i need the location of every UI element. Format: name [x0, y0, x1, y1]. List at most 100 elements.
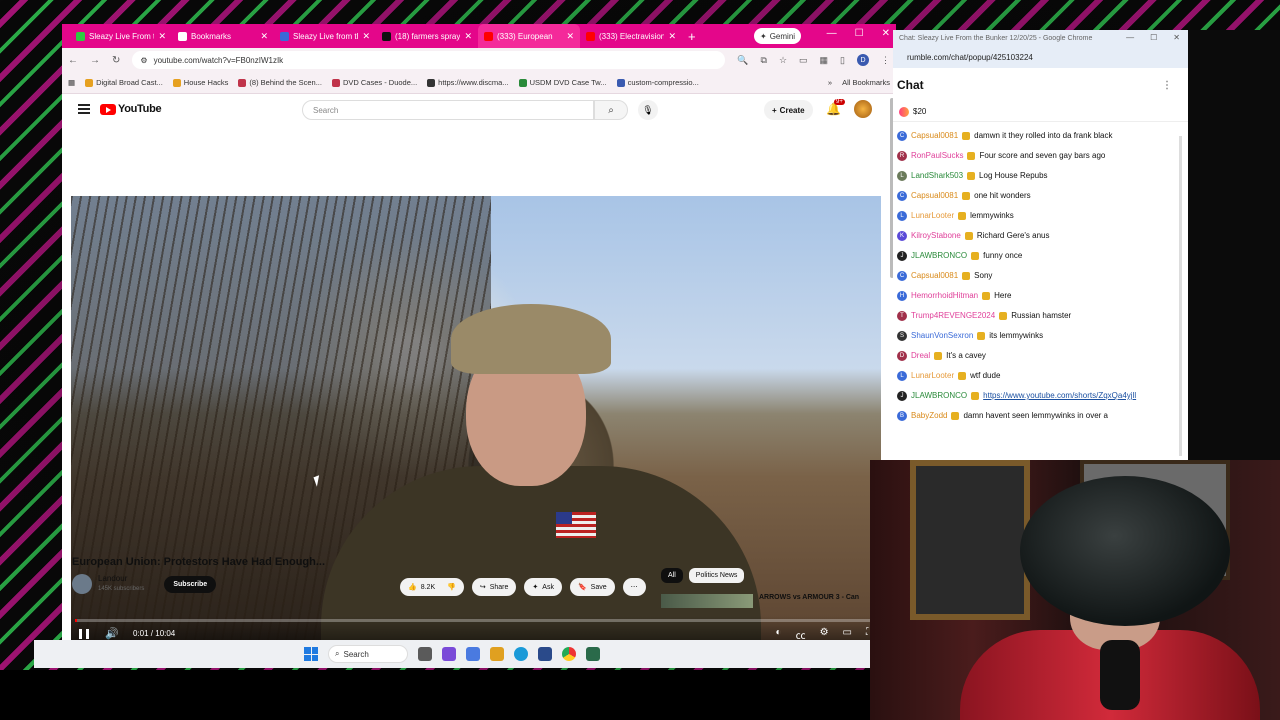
bookmark-item[interactable]: https://www.discma...	[427, 78, 509, 87]
recommended-title[interactable]: ARROWS vs ARMOUR 3 - Can	[759, 594, 859, 608]
autoplay-toggle-icon[interactable]: ◐	[776, 627, 782, 640]
recommended-video[interactable]: ARROWS vs ARMOUR 3 - Can	[661, 594, 859, 608]
chat-avatar[interactable]: K	[897, 231, 907, 241]
subscribe-button[interactable]: Subscribe	[164, 575, 217, 593]
chat-username[interactable]: Dreal	[911, 351, 930, 361]
channel-avatar[interactable]	[72, 574, 92, 594]
windows-start-icon[interactable]	[304, 647, 318, 661]
chat-username[interactable]: Capsual0081	[911, 191, 958, 201]
chat-scrollbar[interactable]	[1179, 136, 1182, 456]
chat-avatar[interactable]: C	[897, 131, 907, 141]
hamburger-menu-icon[interactable]	[78, 104, 90, 114]
chat-avatar[interactable]: T	[897, 311, 907, 321]
chat-avatar[interactable]: L	[897, 371, 907, 381]
chrome-icon[interactable]	[562, 647, 576, 661]
chat-username[interactable]: Trump4REVENGE2024	[911, 311, 995, 321]
bookmark-item[interactable]: custom-compressio...	[616, 78, 699, 87]
chat-username[interactable]: Capsual0081	[911, 271, 958, 281]
store-icon[interactable]	[538, 647, 552, 661]
all-bookmarks-button[interactable]: All Bookmarks	[842, 78, 890, 87]
chat-username[interactable]: JLAWBRONCO	[911, 391, 967, 401]
chat-username[interactable]: KilroyStabone	[911, 231, 961, 241]
zoom-icon[interactable]: 🔍	[737, 55, 748, 66]
browser-tab[interactable]: (333) European ✕	[478, 24, 580, 48]
browser-tab[interactable]: (333) Electravision ✕	[580, 24, 682, 48]
like-button[interactable]: 👍 8.2K 👎	[400, 578, 464, 596]
tab-close-icon[interactable]: ✕	[668, 31, 676, 42]
chat-username[interactable]: LunarLooter	[911, 371, 954, 381]
browser-tab[interactable]: Sleazy Live From th ✕	[70, 24, 172, 48]
chat-avatar[interactable]: D	[897, 351, 907, 361]
minimize-icon[interactable]: —	[827, 28, 837, 39]
volume-icon[interactable]: 🔊	[105, 627, 119, 640]
install-icon[interactable]: ⧉	[761, 55, 767, 66]
menu-icon[interactable]: ⋮	[881, 55, 890, 66]
chat-avatar[interactable]: C	[897, 271, 907, 281]
extensions-icon[interactable]: ▦	[820, 55, 829, 66]
voice-search-button[interactable]: 🎙	[638, 100, 658, 120]
folder-icon[interactable]	[490, 647, 504, 661]
share-button[interactable]: ↪ Share	[471, 578, 517, 596]
site-info-icon[interactable]: ⚙	[140, 56, 147, 65]
bookmark-item[interactable]: Digital Broad Cast...	[85, 78, 163, 87]
maximize-icon[interactable]: ☐	[1150, 33, 1157, 42]
tab-close-icon[interactable]: ✕	[464, 31, 472, 42]
search-button[interactable]: ⌕	[594, 100, 628, 120]
chat-username[interactable]: LandShark503	[911, 171, 963, 181]
account-avatar[interactable]	[854, 100, 872, 118]
save-button[interactable]: 🔖 Save	[569, 578, 615, 596]
browser-tab[interactable]: Bookmarks ✕	[172, 24, 274, 48]
tab-close-icon[interactable]: ✕	[158, 31, 166, 42]
forward-icon[interactable]: →	[90, 55, 100, 66]
chat-avatar[interactable]: C	[897, 191, 907, 201]
app2-icon[interactable]	[586, 647, 600, 661]
chat-avatar[interactable]: S	[897, 331, 907, 341]
url-field[interactable]: ⚙ youtube.com/watch?v=FB0nzIW1zIk	[132, 51, 726, 69]
taskbar-search[interactable]: ⌕ Search	[328, 645, 408, 663]
minimize-icon[interactable]: —	[1126, 33, 1134, 42]
progress-bar[interactable]	[75, 619, 877, 622]
browser-tab[interactable]: Sleazy Live from th ✕	[274, 24, 376, 48]
bookmark-item[interactable]: (8) Behind the Scen...	[238, 78, 322, 87]
tab-close-icon[interactable]: ✕	[566, 31, 574, 42]
bookmark-item[interactable]: DVD Cases - Duode...	[331, 78, 417, 87]
tab-close-icon[interactable]: ✕	[260, 31, 268, 42]
chat-avatar[interactable]: L	[897, 211, 907, 221]
new-tab-button[interactable]: +	[688, 29, 696, 44]
chip-all[interactable]: All	[661, 568, 683, 583]
reload-icon[interactable]: ↻	[112, 55, 120, 66]
ask-button[interactable]: ✦ Ask	[524, 578, 562, 596]
bookmark-item[interactable]: House Hacks	[172, 78, 228, 87]
chat-avatar[interactable]: J	[897, 251, 907, 261]
maximize-icon[interactable]: ☐	[855, 28, 864, 39]
close-icon[interactable]: ✕	[1173, 33, 1180, 42]
profile-avatar[interactable]: D	[857, 54, 869, 66]
chat-options-icon[interactable]: ⋮	[1162, 80, 1172, 91]
create-button[interactable]: + Create	[764, 100, 813, 120]
chat-link[interactable]: https://www.youtube.com/shorts/ZqxQa4yjl…	[983, 391, 1183, 401]
tab-close-icon[interactable]: ✕	[362, 31, 370, 42]
chat-username[interactable]: RonPaulSucks	[911, 151, 963, 161]
chat-avatar[interactable]: H	[897, 291, 907, 301]
more-bookmarks-icon[interactable]: »	[828, 78, 832, 87]
chip-politics-news[interactable]: Politics News	[688, 568, 745, 583]
cast-icon[interactable]: ▭	[799, 55, 808, 66]
chat-avatar[interactable]: B	[897, 411, 907, 421]
back-icon[interactable]: ←	[68, 55, 78, 66]
chat-username[interactable]: HemorrhoidHitman	[911, 291, 978, 301]
apps-icon[interactable]: ▦	[68, 78, 75, 87]
browser-tab[interactable]: (18) farmers spray ✕	[376, 24, 478, 48]
chat-avatar[interactable]: J	[897, 391, 907, 401]
miniplayer-icon[interactable]: ▭	[843, 627, 852, 640]
channel-name[interactable]: Landour	[98, 574, 144, 584]
chat-username[interactable]: BabyZodd	[911, 411, 947, 421]
taskview-icon[interactable]	[418, 647, 432, 661]
chat-username[interactable]: JLAWBRONCO	[911, 251, 967, 261]
chat-url-bar[interactable]: rumble.com/chat/popup/425103224	[893, 46, 1188, 68]
pause-button[interactable]	[79, 629, 89, 639]
chat-username[interactable]: Capsual0081	[911, 131, 958, 141]
thumbs-down-icon[interactable]: 👎	[447, 583, 456, 591]
recommended-thumbnail[interactable]	[661, 594, 753, 608]
settings-icon[interactable]: ⚙	[820, 627, 829, 640]
chat-avatar[interactable]: R	[897, 151, 907, 161]
